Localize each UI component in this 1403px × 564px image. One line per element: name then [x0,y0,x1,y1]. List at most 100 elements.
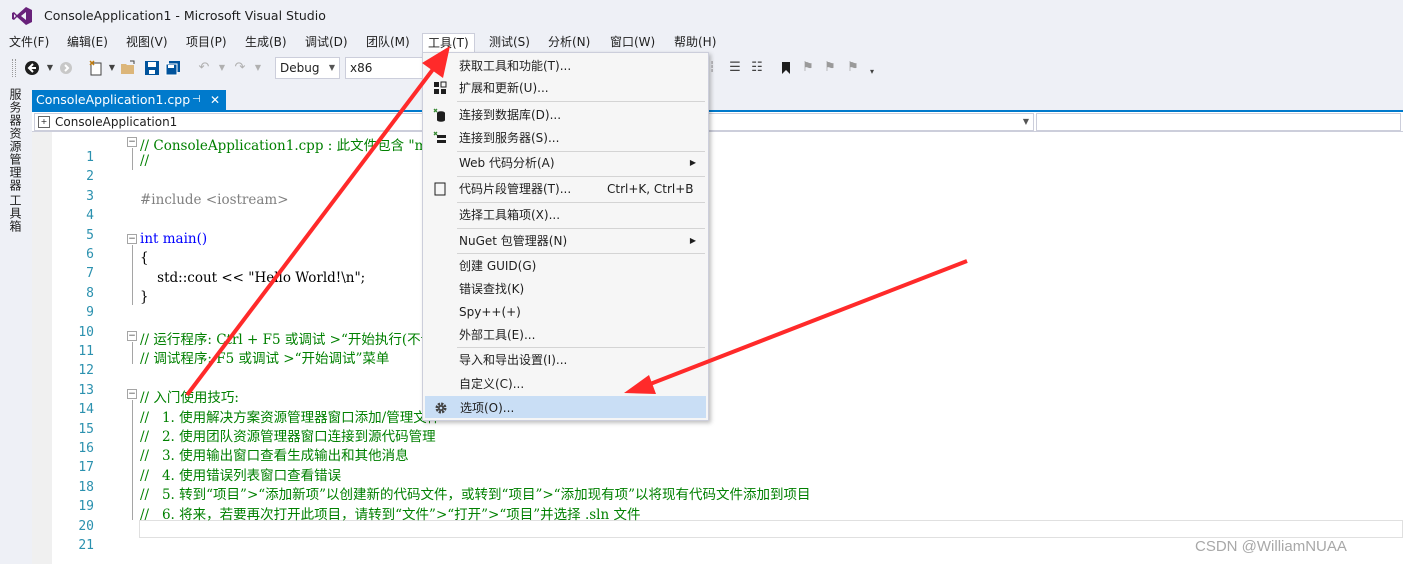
menu-item-connect-server[interactable]: 连接到服务器(S)... [425,127,706,149]
collapse-icon[interactable]: − [127,137,137,147]
toolbar-overflow-icon[interactable]: ▾ [864,64,880,80]
previous-bookmark-icon[interactable]: ⚑ [800,60,816,76]
menu-item-extensions[interactable]: 扩展和更新(U)... [425,77,706,99]
code-line: 8 std::cout << "Hello World!\n"; [86,269,366,301]
menu-edit[interactable]: 编辑(E) [62,33,113,53]
solution-platform-value: x86 [350,61,373,75]
code-line: 6 − int main() [86,231,208,262]
collapse-icon[interactable]: − [127,389,137,400]
menu-item-code-snippets-manager[interactable]: 代码片段管理器(T)... Ctrl+K, Ctrl+B [425,178,706,200]
member-scope-select[interactable] [1036,113,1401,131]
comment-lines-icon[interactable]: ☰ [727,60,743,76]
menu-help[interactable]: 帮助(H) [669,33,721,53]
back-dropdown-icon[interactable]: ▼ [42,60,58,76]
chevron-down-icon: ▼ [1022,117,1029,126]
close-icon[interactable]: ✕ [210,90,220,110]
submenu-arrow-icon: ▶ [689,236,696,245]
back-icon[interactable] [24,60,40,76]
uncomment-lines-icon[interactable]: ☷ [749,60,765,76]
snippet-checkbox-icon [433,182,447,196]
next-bookmark-icon[interactable]: ⚑ [822,60,838,76]
pin-icon[interactable]: ⊣ [192,90,201,110]
extensions-icon [433,81,447,95]
code-line: 17 // 3. 使用输出窗口查看生成输出和其他消息 [78,448,409,476]
collapse-icon[interactable]: − [127,331,137,341]
open-file-icon[interactable] [120,60,136,76]
code-line: 4 #include <iostream> [86,192,289,224]
menu-item-create-guid[interactable]: 创建 GUID(G) [425,255,706,277]
menu-item-error-lookup[interactable]: 错误查找(K) [425,278,706,300]
undo-icon[interactable]: ↶ [196,60,212,76]
title-bar: ConsoleApplication1 - Microsoft Visual S… [0,0,1403,32]
forward-icon[interactable] [58,60,74,76]
menu-item-get-tools[interactable]: 获取工具和功能(T)... [425,55,706,77]
code-line: 5 [86,227,94,243]
window-title: ConsoleApplication1 - Microsoft Visual S… [44,8,326,23]
code-line: 9 } [86,289,149,321]
save-all-icon[interactable] [165,60,181,76]
undo-dropdown-icon[interactable]: ▼ [214,60,230,76]
code-line: 18 // 4. 使用错误列表窗口查看错误 [78,467,342,495]
menu-item-spy-plus-plus[interactable]: Spy++(+) [425,301,706,323]
menu-test[interactable]: 测试(S) [484,33,535,53]
save-icon[interactable] [144,60,160,76]
new-project-icon[interactable] [88,60,104,76]
submenu-arrow-icon: ▶ [689,158,696,167]
visual-studio-window: ConsoleApplication1 - Microsoft Visual S… [0,0,1403,564]
redo-icon[interactable]: ↷ [232,60,248,76]
menu-item-external-tools[interactable]: 外部工具(E)... [425,324,706,346]
code-line: 16 // 2. 使用团队资源管理器窗口连接到源代码管理 [78,429,436,456]
menu-separator [457,202,705,203]
menu-debug[interactable]: 调试(D) [300,33,353,53]
menu-build[interactable]: 生成(B) [240,33,292,53]
code-line: 15 // 1. 使用解决方案资源管理器窗口添加/管理文件 [78,409,441,437]
code-line: 10 [78,324,94,340]
solution-configuration-value: Debug [280,61,320,75]
navigation-bar: + ConsoleApplication1 ▼ [32,112,1403,132]
bookmark-icon[interactable] [778,60,794,76]
solution-platform-select[interactable]: x86 [345,57,425,79]
tab-consoleapplication1-cpp[interactable]: ConsoleApplication1.cpp ⊣ ✕ [32,90,226,110]
menu-separator [457,101,705,102]
visual-studio-logo-icon [12,7,32,25]
menu-project[interactable]: 项目(P) [181,33,232,53]
project-icon: + [38,116,50,128]
code-line: 12 // 调试程序: F5 或调试 >“开始调试”菜单 [78,351,390,379]
collapse-icon[interactable]: − [127,234,137,244]
menu-window[interactable]: 窗口(W) [605,33,660,53]
code-line: 19 // 5. 转到“项目”>“添加新项”以创建新的代码文件，或转到“项目”>… [78,487,811,515]
code-line: 2 // [86,153,150,185]
project-scope-value: ConsoleApplication1 [55,115,178,129]
menu-item-web-code-analysis[interactable]: Web 代码分析(A) ▶ [425,152,706,174]
code-line: 11 − // 运行程序: Ctrl + F5 或调试 >“开始执行(不调试)”… [78,331,487,359]
tab-label: ConsoleApplication1.cpp [36,92,191,107]
menu-item-import-export-settings[interactable]: 导入和导出设置(I)... [425,349,706,371]
clear-bookmarks-icon[interactable]: ⚑ [845,60,861,76]
menu-analyze[interactable]: 分析(N) [543,33,595,53]
tools-menu-dropdown: 获取工具和功能(T)... 扩展和更新(U)... 连接到数据库(D)... 连… [422,52,709,421]
menu-file[interactable]: 文件(F) [4,33,54,53]
menu-item-choose-toolbox-items[interactable]: 选择工具箱项(X)... [425,204,706,226]
code-line: 1 − // ConsoleApplication1.cpp : 此文件包含 "… [86,137,689,165]
menu-item-options[interactable]: 选项(O)... [425,396,706,418]
new-dropdown-icon[interactable]: ▼ [104,60,120,76]
solution-configuration-select[interactable]: Debug ▼ [275,57,340,79]
menu-team[interactable]: 团队(M) [361,33,415,53]
code-line: 20 // 6. 将来，若要再次打开此项目，请转到“文件”>“打开”>“项目”并… [78,506,641,534]
menu-separator [457,253,705,254]
code-line: 13 [78,382,94,398]
code-line: 3 [86,188,94,204]
toolbox-tab[interactable]: 工具箱 [7,194,24,233]
code-editor[interactable]: 1 − // ConsoleApplication1.cpp : 此文件包含 "… [32,132,1403,564]
code-line: 14 − // 入门使用技巧: [78,389,239,418]
redo-dropdown-icon[interactable]: ▼ [250,60,266,76]
server-icon [433,131,447,145]
menu-item-nuget-package-manager[interactable]: NuGet 包管理器(N) ▶ [425,230,706,252]
menu-item-connect-database[interactable]: 连接到数据库(D)... [425,104,706,126]
menu-item-customize[interactable]: 自定义(C)... [425,373,706,395]
menu-view[interactable]: 视图(V) [121,33,173,53]
server-explorer-tab[interactable]: 服务器资源管理器 [7,88,24,192]
database-icon [433,108,447,122]
toolbar-grip[interactable] [12,59,16,77]
gear-icon [434,401,448,415]
